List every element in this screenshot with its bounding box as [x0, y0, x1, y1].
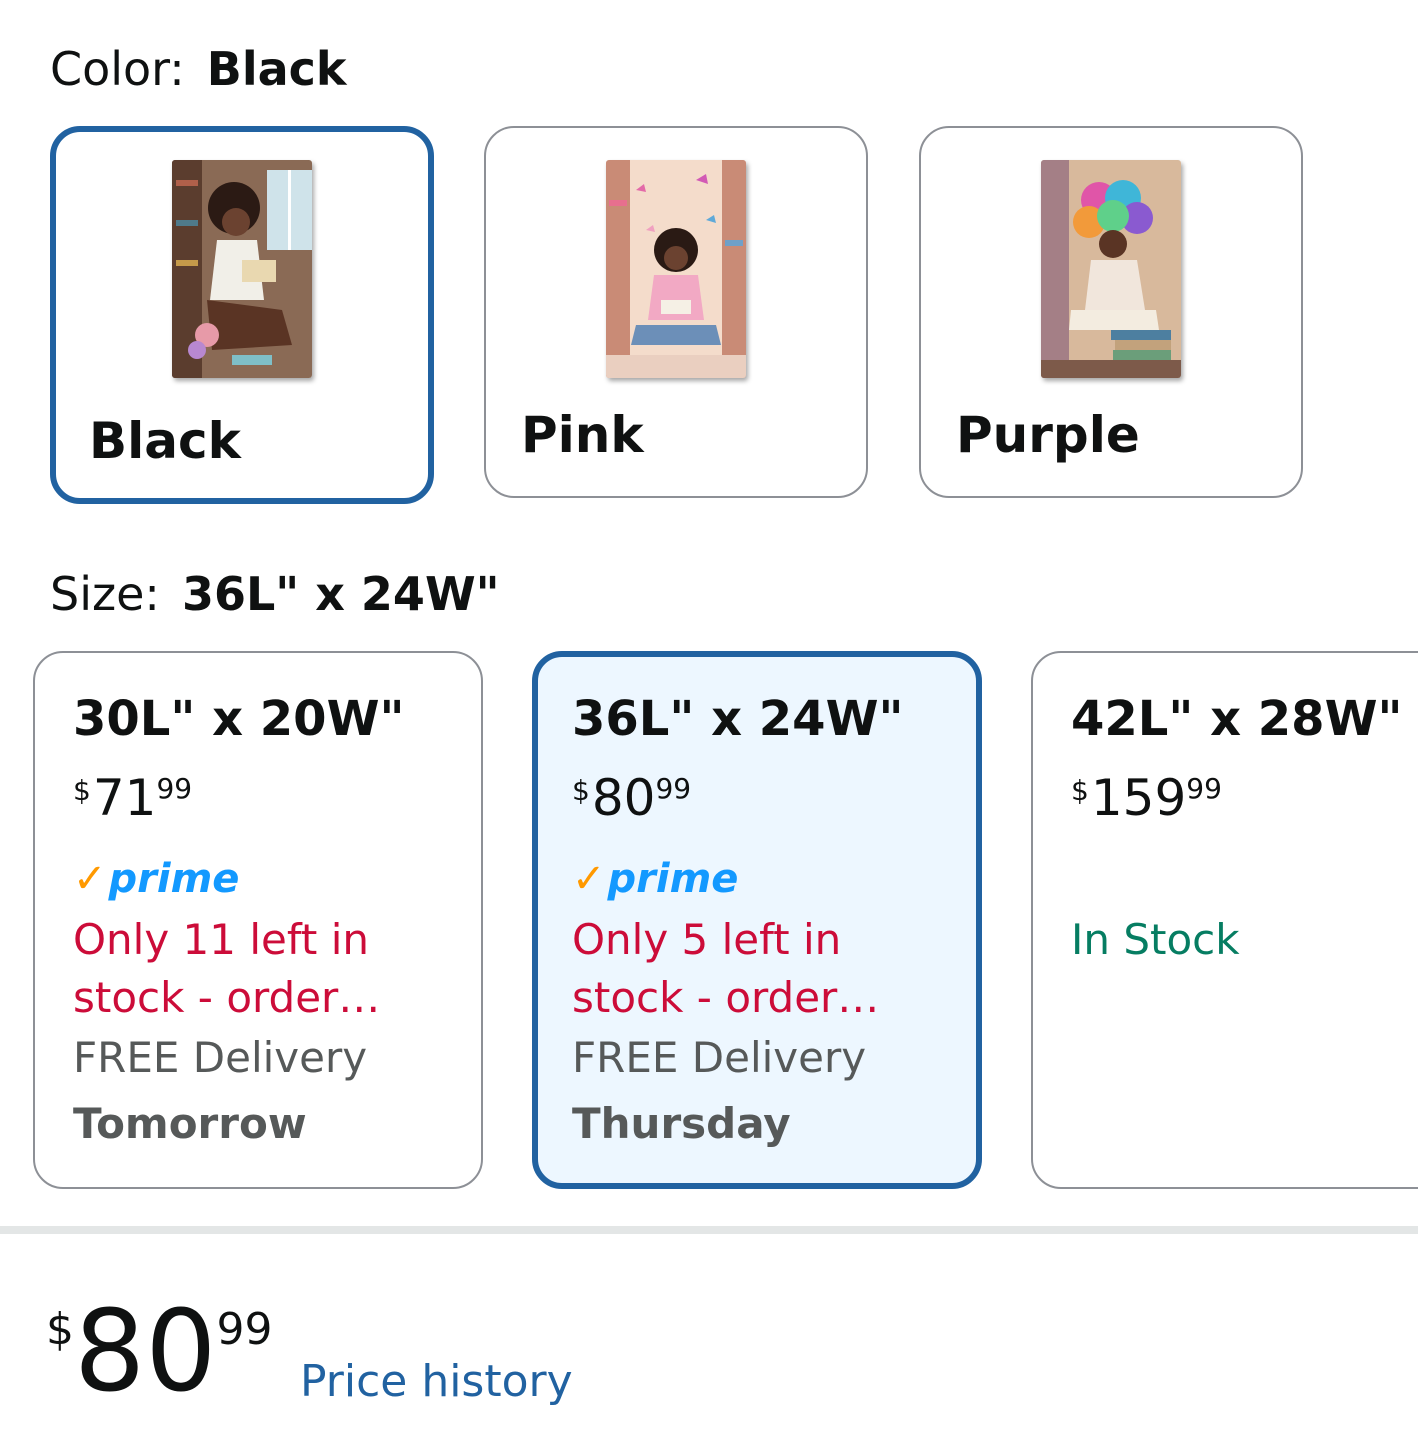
buybox-price-currency: $	[46, 1304, 74, 1355]
size-selected-value: 36L" x 24W"	[181, 567, 500, 621]
size-label-text: Size:	[50, 567, 160, 621]
product-thumbnail-purple	[1041, 160, 1181, 378]
prime-check-icon: ✓	[73, 856, 107, 902]
prime-text: prime	[108, 856, 240, 902]
stock-warning: Only 5 left in stock - order…	[572, 911, 892, 1027]
buybox-price: $8099	[46, 1296, 273, 1408]
color-swatch-label: Pink	[521, 406, 644, 464]
price-whole: 159	[1090, 769, 1187, 827]
price-currency: $	[572, 774, 590, 807]
buybox-price-fraction: 99	[216, 1304, 273, 1355]
prime-check-icon: ✓	[572, 856, 606, 902]
delivery-day: Tomorrow	[73, 1099, 307, 1148]
delivery-day: Thursday	[572, 1099, 791, 1148]
size-option-42x28[interactable]: 42L" x 28W" $15999 In Stock	[1031, 651, 1418, 1189]
color-swatch-pink[interactable]: Pink	[484, 126, 868, 498]
color-swatch-label: Purple	[956, 406, 1140, 464]
price-currency: $	[1071, 774, 1089, 807]
availability-text: In Stock	[1071, 915, 1240, 964]
price-whole: 71	[92, 769, 157, 827]
prime-badge: ✓prime	[572, 859, 738, 899]
product-thumbnail-black	[172, 160, 312, 378]
size-price: $15999	[1071, 773, 1222, 823]
color-swatch-purple[interactable]: Purple	[919, 126, 1303, 498]
price-history-link[interactable]: Price history	[300, 1360, 573, 1404]
stock-line-2: stock - order…	[73, 973, 381, 1022]
stock-line-1: Only 5 left in	[572, 915, 842, 964]
stock-warning: Only 11 left in stock - order…	[73, 911, 393, 1027]
product-thumbnail-pink	[606, 160, 746, 378]
price-fraction: 99	[156, 772, 193, 805]
color-swatch-label: Black	[89, 412, 241, 470]
color-selected-value: Black	[206, 42, 347, 96]
color-label: Color: Black	[50, 46, 347, 92]
stock-line-1: Only 11 left in	[73, 915, 370, 964]
size-price: $7199	[73, 773, 192, 823]
price-whole: 80	[591, 769, 656, 827]
size-price: $8099	[572, 773, 691, 823]
color-swatch-black[interactable]: Black	[50, 126, 434, 504]
size-option-36x24[interactable]: 36L" x 24W" $8099 ✓prime Only 5 left in s…	[532, 651, 982, 1189]
size-label: Size: 36L" x 24W"	[50, 571, 500, 617]
buybox-price-whole: 80	[74, 1287, 217, 1417]
price-fraction: 99	[1186, 772, 1222, 805]
color-label-text: Color:	[50, 42, 185, 96]
price-fraction: 99	[655, 772, 692, 805]
size-dimensions: 36L" x 24W"	[572, 691, 904, 747]
price-currency: $	[73, 774, 91, 807]
delivery-text: FREE Delivery	[73, 1033, 368, 1082]
size-option-30x20[interactable]: 30L" x 20W" $7199 ✓prime Only 11 left in…	[33, 651, 483, 1189]
prime-badge: ✓prime	[73, 859, 239, 899]
stock-line-2: stock - order…	[572, 973, 880, 1022]
size-dimensions: 42L" x 28W"	[1071, 691, 1403, 747]
section-divider	[0, 1226, 1418, 1234]
delivery-text: FREE Delivery	[572, 1033, 867, 1082]
prime-text: prime	[607, 856, 739, 902]
size-dimensions: 30L" x 20W"	[73, 691, 405, 747]
